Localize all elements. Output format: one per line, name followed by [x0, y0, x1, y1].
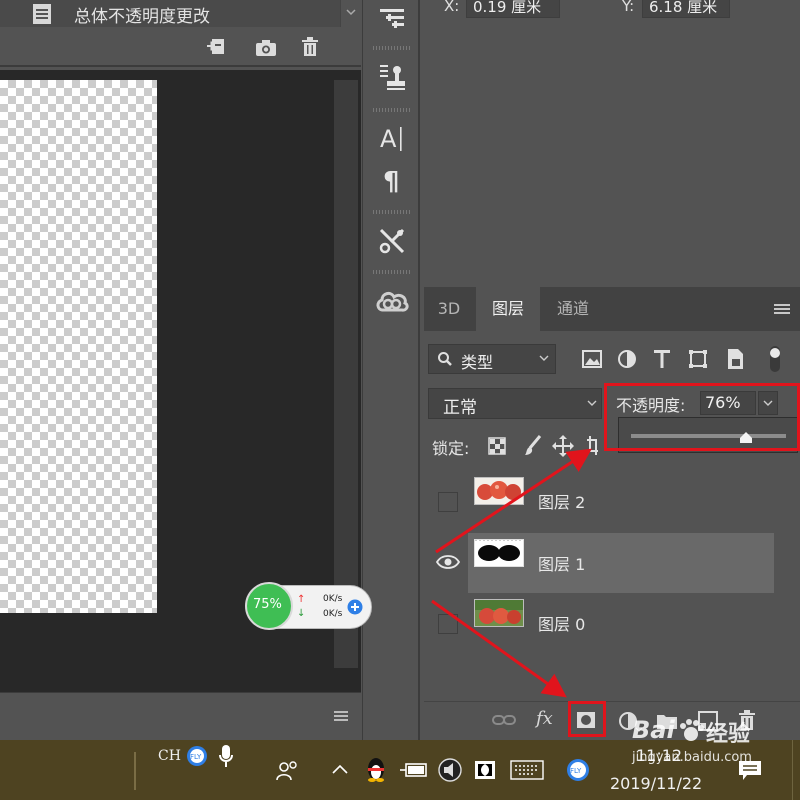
keyboard-icon[interactable] [510, 760, 544, 780]
watermark-brand: Bai [632, 716, 675, 744]
qq-penguin-icon[interactable] [365, 756, 387, 782]
people-icon[interactable] [276, 760, 300, 782]
svg-text:FLY: FLY [570, 767, 582, 775]
chevron-up-icon[interactable] [332, 764, 348, 774]
speed-expand-icon[interactable] [347, 599, 363, 615]
cpu-percent-circle: 75% [245, 582, 293, 630]
microphone-icon[interactable] [218, 744, 234, 768]
upload-speed: 0K/s [323, 594, 343, 604]
battery-plug-icon[interactable] [400, 762, 428, 778]
cpu-percent: 75% [253, 597, 282, 612]
upload-arrow-icon: ↑ [297, 594, 306, 605]
arrow-to-mask-button [431, 599, 567, 698]
dolby-icon[interactable] [474, 760, 496, 780]
arrow-to-opacity [435, 448, 593, 554]
show-desktop-strip[interactable] [792, 740, 800, 800]
download-arrow-icon: ↓ [297, 608, 306, 619]
download-speed: 0K/s [323, 609, 343, 619]
baidu-jingyan-watermark: Bai 经验 jingyan.baidu.com [632, 716, 782, 776]
watermark-brand-cn: 经验 [706, 722, 751, 747]
watermark-url: jingyan.baidu.com [632, 750, 752, 765]
ime-indicator[interactable]: CH [158, 748, 181, 764]
annotation-arrows [431, 448, 593, 698]
ifly-ime-icon[interactable]: FLY [186, 745, 208, 767]
paw-icon [678, 718, 704, 744]
clock-date[interactable]: 2019/11/22 [610, 774, 702, 793]
network-speed-widget[interactable]: 75% ↑ ↓ 0K/s 0K/s [245, 582, 372, 630]
ifly-tray-icon[interactable]: FLY [566, 758, 590, 782]
speaker-icon[interactable] [436, 756, 464, 784]
taskbar-divider [134, 752, 136, 790]
svg-text:FLY: FLY [190, 753, 202, 761]
